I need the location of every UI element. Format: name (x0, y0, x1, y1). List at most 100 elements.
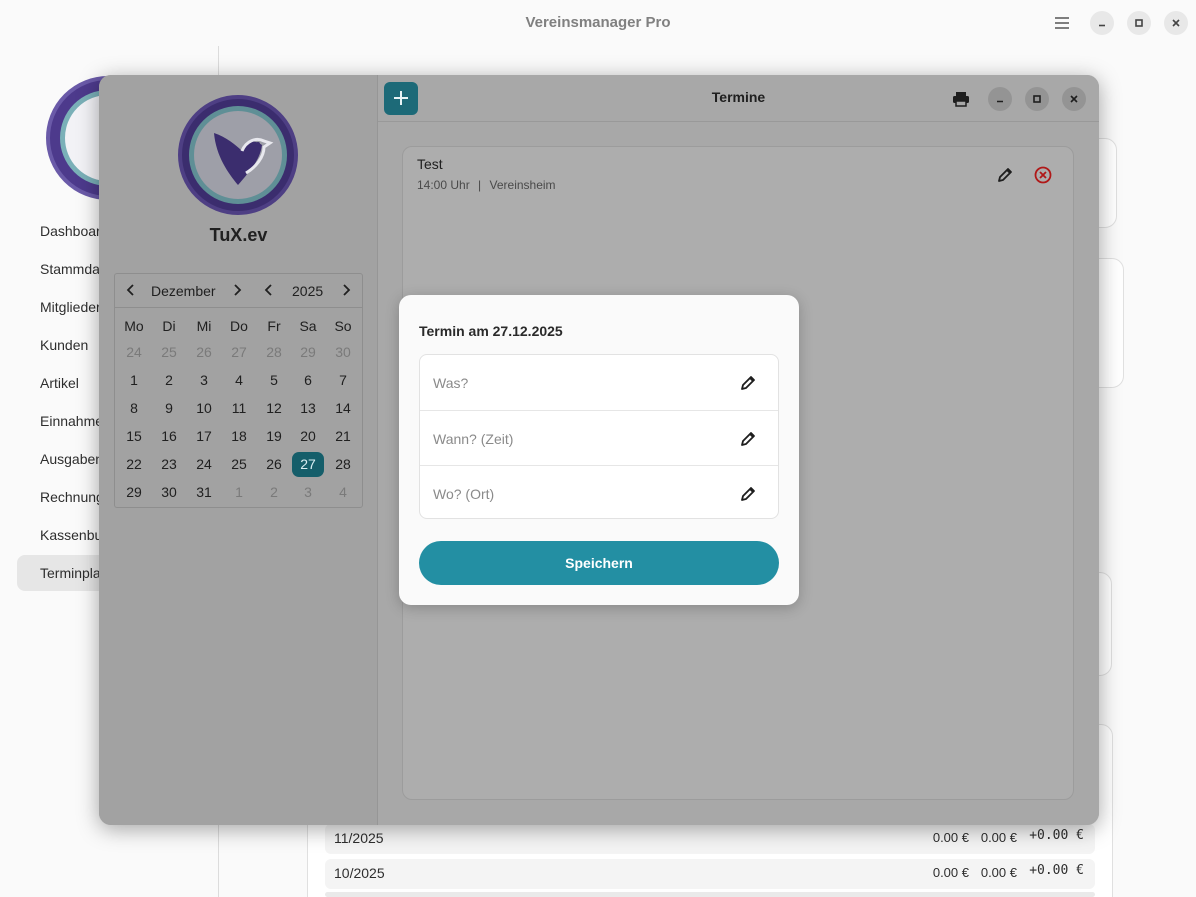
calendar-day[interactable]: 4 (327, 480, 359, 505)
calendar-day[interactable]: 3 (188, 368, 220, 393)
termine-sidebar: TuX.ev Dezember 2025 Mo Di Mi Do Fr Sa So 24 25 2… (99, 75, 378, 825)
calendar-day[interactable]: 25 (223, 452, 255, 477)
next-month-icon[interactable] (227, 280, 247, 300)
calendar-day[interactable]: 10 (188, 396, 220, 421)
calendar-day[interactable]: 20 (292, 424, 324, 449)
report-income: 0.00 € (932, 830, 969, 845)
what-input[interactable] (433, 372, 723, 394)
calendar-day[interactable]: 8 (118, 396, 150, 421)
calendar-day[interactable]: 15 (118, 424, 150, 449)
calendar-day[interactable]: 1 (118, 368, 150, 393)
calendar-day[interactable]: 7 (327, 368, 359, 393)
calendar-day[interactable]: 13 (292, 396, 324, 421)
event-time: 14:00 Uhr (417, 178, 470, 192)
calendar-day[interactable]: 26 (258, 452, 290, 477)
report-row-partial (325, 892, 1095, 897)
report-period: 11/2025 (334, 830, 384, 846)
calendar-month: Dezember (151, 283, 216, 299)
calendar-day[interactable]: 2 (258, 480, 290, 505)
calendar: Dezember 2025 Mo Di Mi Do Fr Sa So 24 25 26 27 28 29… (114, 273, 363, 508)
edit-event-icon[interactable] (995, 165, 1015, 185)
report-expense: 0.00 € (980, 865, 1017, 880)
calendar-day[interactable]: 27 (223, 340, 255, 365)
club-name: TuX.ev (209, 225, 268, 245)
weekday-header: Sa (299, 318, 317, 334)
calendar-day[interactable]: 28 (327, 452, 359, 477)
calendar-day[interactable]: 25 (153, 340, 185, 365)
calendar-day[interactable]: 29 (118, 480, 150, 505)
report-row: 11/2025 0.00 € 0.00 € +0.00 € (325, 824, 1095, 854)
event-separator: | (478, 178, 482, 192)
calendar-day[interactable]: 4 (223, 368, 255, 393)
report-income: 0.00 € (932, 865, 969, 880)
calendar-day[interactable]: 18 (223, 424, 255, 449)
report-expense: 0.00 € (980, 830, 1017, 845)
when-input[interactable] (433, 428, 723, 450)
report-row: 10/2025 0.00 € 0.00 € +0.00 € (325, 859, 1095, 889)
calendar-day[interactable]: 11 (223, 396, 255, 421)
calendar-day[interactable]: 21 (327, 424, 359, 449)
calendar-day[interactable]: 30 (153, 480, 185, 505)
termine-maximize-icon[interactable] (1025, 87, 1049, 111)
calendar-day[interactable]: 9 (153, 396, 185, 421)
calendar-day[interactable]: 22 (118, 452, 150, 477)
dove-icon (214, 133, 274, 185)
main-maximize-icon[interactable] (1127, 11, 1151, 35)
main-minimize-icon[interactable] (1090, 11, 1114, 35)
save-button[interactable]: Speichern (419, 541, 779, 585)
main-header-bar: Vereinsmanager Pro (0, 0, 1196, 46)
calendar-day[interactable]: 30 (327, 340, 359, 365)
new-event-popover: Termin am 27.12.2025 Speichern (399, 295, 799, 605)
weekday-header: Di (162, 318, 176, 334)
weekday-header: So (334, 318, 352, 334)
calendar-day[interactable]: 1 (223, 480, 255, 505)
event-location: Vereinsheim (489, 178, 556, 192)
calendar-year: 2025 (292, 283, 324, 299)
calendar-day[interactable]: 5 (258, 368, 290, 393)
event-form (419, 354, 779, 519)
calendar-day[interactable]: 26 (188, 340, 220, 365)
popover-title: Termin am 27.12.2025 (419, 323, 563, 339)
event-title: Test (417, 156, 443, 172)
calendar-day[interactable]: 3 (292, 480, 324, 505)
calendar-day[interactable]: 31 (188, 480, 220, 505)
pencil-icon (738, 373, 758, 393)
where-input[interactable] (433, 483, 723, 505)
calendar-day[interactable]: 6 (292, 368, 324, 393)
calendar-day[interactable]: 12 (258, 396, 290, 421)
report-balance: +0.00 € (1029, 863, 1084, 878)
calendar-day[interactable]: 24 (188, 452, 220, 477)
next-year-icon[interactable] (336, 280, 356, 300)
calendar-day[interactable]: 14 (327, 396, 359, 421)
form-row-when (420, 410, 778, 465)
prev-year-icon[interactable] (259, 280, 279, 300)
report-period: 10/2025 (334, 865, 385, 881)
form-row-where (420, 465, 778, 520)
weekday-header: Do (230, 318, 248, 334)
calendar-day[interactable]: 16 (153, 424, 185, 449)
calendar-day[interactable]: 28 (258, 340, 290, 365)
weekday-header: Mo (124, 318, 144, 334)
calendar-day[interactable]: 23 (153, 452, 185, 477)
main-close-icon[interactable] (1164, 11, 1188, 35)
termine-close-icon[interactable] (1062, 87, 1086, 111)
calendar-day[interactable]: 29 (292, 340, 324, 365)
hamburger-menu-icon[interactable] (1050, 11, 1074, 35)
calendar-day[interactable]: 24 (118, 340, 150, 365)
termine-header: Termine (378, 75, 1099, 122)
pencil-icon (738, 484, 758, 504)
delete-event-icon[interactable] (1033, 165, 1053, 185)
form-row-what (420, 355, 778, 410)
calendar-day[interactable]: 27 (292, 452, 324, 477)
printer-icon[interactable] (949, 87, 973, 111)
prev-month-icon[interactable] (121, 280, 141, 300)
calendar-day[interactable]: 17 (188, 424, 220, 449)
report-balance: +0.00 € (1029, 828, 1084, 843)
main-window-title: Vereinsmanager Pro (525, 14, 671, 31)
calendar-day[interactable]: 19 (258, 424, 290, 449)
termine-minimize-icon[interactable] (988, 87, 1012, 111)
calendar-day[interactable]: 2 (153, 368, 185, 393)
calendar-header: Dezember 2025 (115, 274, 362, 308)
club-logo (178, 95, 298, 215)
weekday-header: Fr (267, 318, 281, 334)
